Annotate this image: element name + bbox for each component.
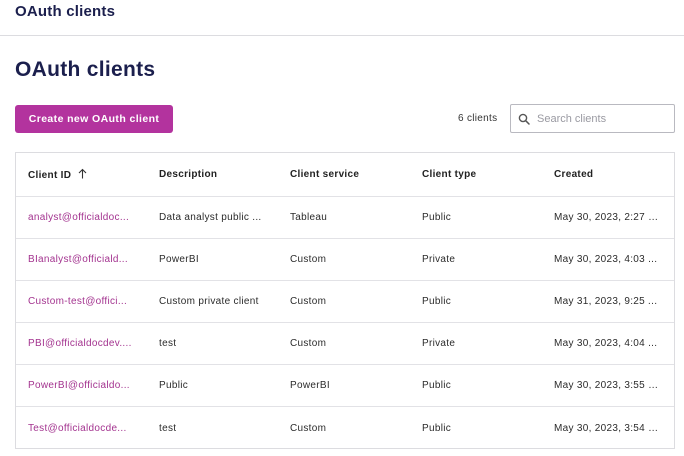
client-service-cell: PowerBI — [290, 380, 330, 391]
created-cell: May 30, 2023, 4:04 ... — [554, 338, 658, 349]
table-row: BIanalyst@officiald... PowerBI Custom Pr… — [16, 239, 674, 281]
client-id-link[interactable]: Custom-test@offici... — [16, 296, 147, 307]
topbar-title: OAuth clients — [15, 3, 116, 20]
column-header-client-id[interactable]: Client ID — [16, 168, 147, 182]
client-type-cell: Private — [422, 338, 456, 349]
created-cell: May 30, 2023, 3:54 PM — [554, 422, 664, 434]
client-type-cell: Public — [422, 422, 452, 434]
table-header-row: Client ID Description Client service Cli… — [16, 153, 674, 197]
client-count: 6 clients — [458, 113, 498, 124]
description-cell: PowerBI — [159, 254, 199, 265]
clients-table: Client ID Description Client service Cli… — [15, 152, 675, 449]
search-icon — [511, 113, 537, 125]
client-id-link[interactable]: BIanalyst@officiald... — [16, 254, 147, 265]
column-header-client-service[interactable]: Client service — [278, 169, 410, 180]
description-cell: Public — [159, 380, 189, 391]
client-service-cell: Custom — [290, 254, 327, 265]
arrow-up-icon[interactable] — [78, 168, 87, 182]
search-box[interactable] — [510, 104, 675, 133]
column-header-label: Client ID — [28, 169, 72, 181]
top-bar: OAuth clients — [0, 0, 684, 36]
client-service-cell: Custom — [290, 296, 327, 307]
table-row: Custom-test@offici... Custom private cli… — [16, 281, 674, 323]
column-header-client-type[interactable]: Client type — [410, 169, 542, 180]
client-type-cell: Public — [422, 296, 452, 307]
client-service-cell: Tableau — [290, 212, 328, 223]
page-title: OAuth clients — [15, 58, 156, 81]
client-service-cell: Custom — [290, 422, 327, 434]
table-row: PBI@officialdocdev.... test Custom Priva… — [16, 323, 674, 365]
search-input[interactable] — [537, 112, 674, 125]
client-id-link[interactable]: analyst@officialdoc... — [16, 212, 147, 223]
client-type-cell: Public — [422, 212, 452, 223]
client-service-cell: Custom — [290, 338, 327, 349]
client-id-link[interactable]: PowerBI@officialdo... — [16, 380, 147, 391]
description-cell: Data analyst public ... — [159, 212, 262, 223]
table-row: Test@officialdocde... test Custom Public… — [16, 407, 674, 449]
description-cell: Custom private client — [159, 296, 259, 307]
created-cell: May 30, 2023, 4:03 ... — [554, 254, 658, 265]
client-id-link[interactable]: Test@officialdocde... — [16, 423, 147, 434]
created-cell: May 30, 2023, 2:27 PM — [554, 212, 664, 223]
client-type-cell: Public — [422, 380, 452, 391]
column-header-description[interactable]: Description — [147, 169, 278, 180]
table-row: analyst@officialdoc... Data analyst publ… — [16, 197, 674, 239]
client-id-link[interactable]: PBI@officialdocdev.... — [16, 338, 147, 349]
client-type-cell: Private — [422, 254, 456, 265]
column-header-created[interactable]: Created — [542, 169, 674, 180]
description-cell: test — [159, 422, 177, 434]
table-row: PowerBI@officialdo... Public PowerBI Pub… — [16, 365, 674, 407]
created-cell: May 31, 2023, 9:25 AM — [554, 296, 664, 307]
create-oauth-client-button[interactable]: Create new OAuth client — [15, 105, 173, 133]
description-cell: test — [159, 338, 177, 349]
created-cell: May 30, 2023, 3:55 PM — [554, 380, 664, 391]
